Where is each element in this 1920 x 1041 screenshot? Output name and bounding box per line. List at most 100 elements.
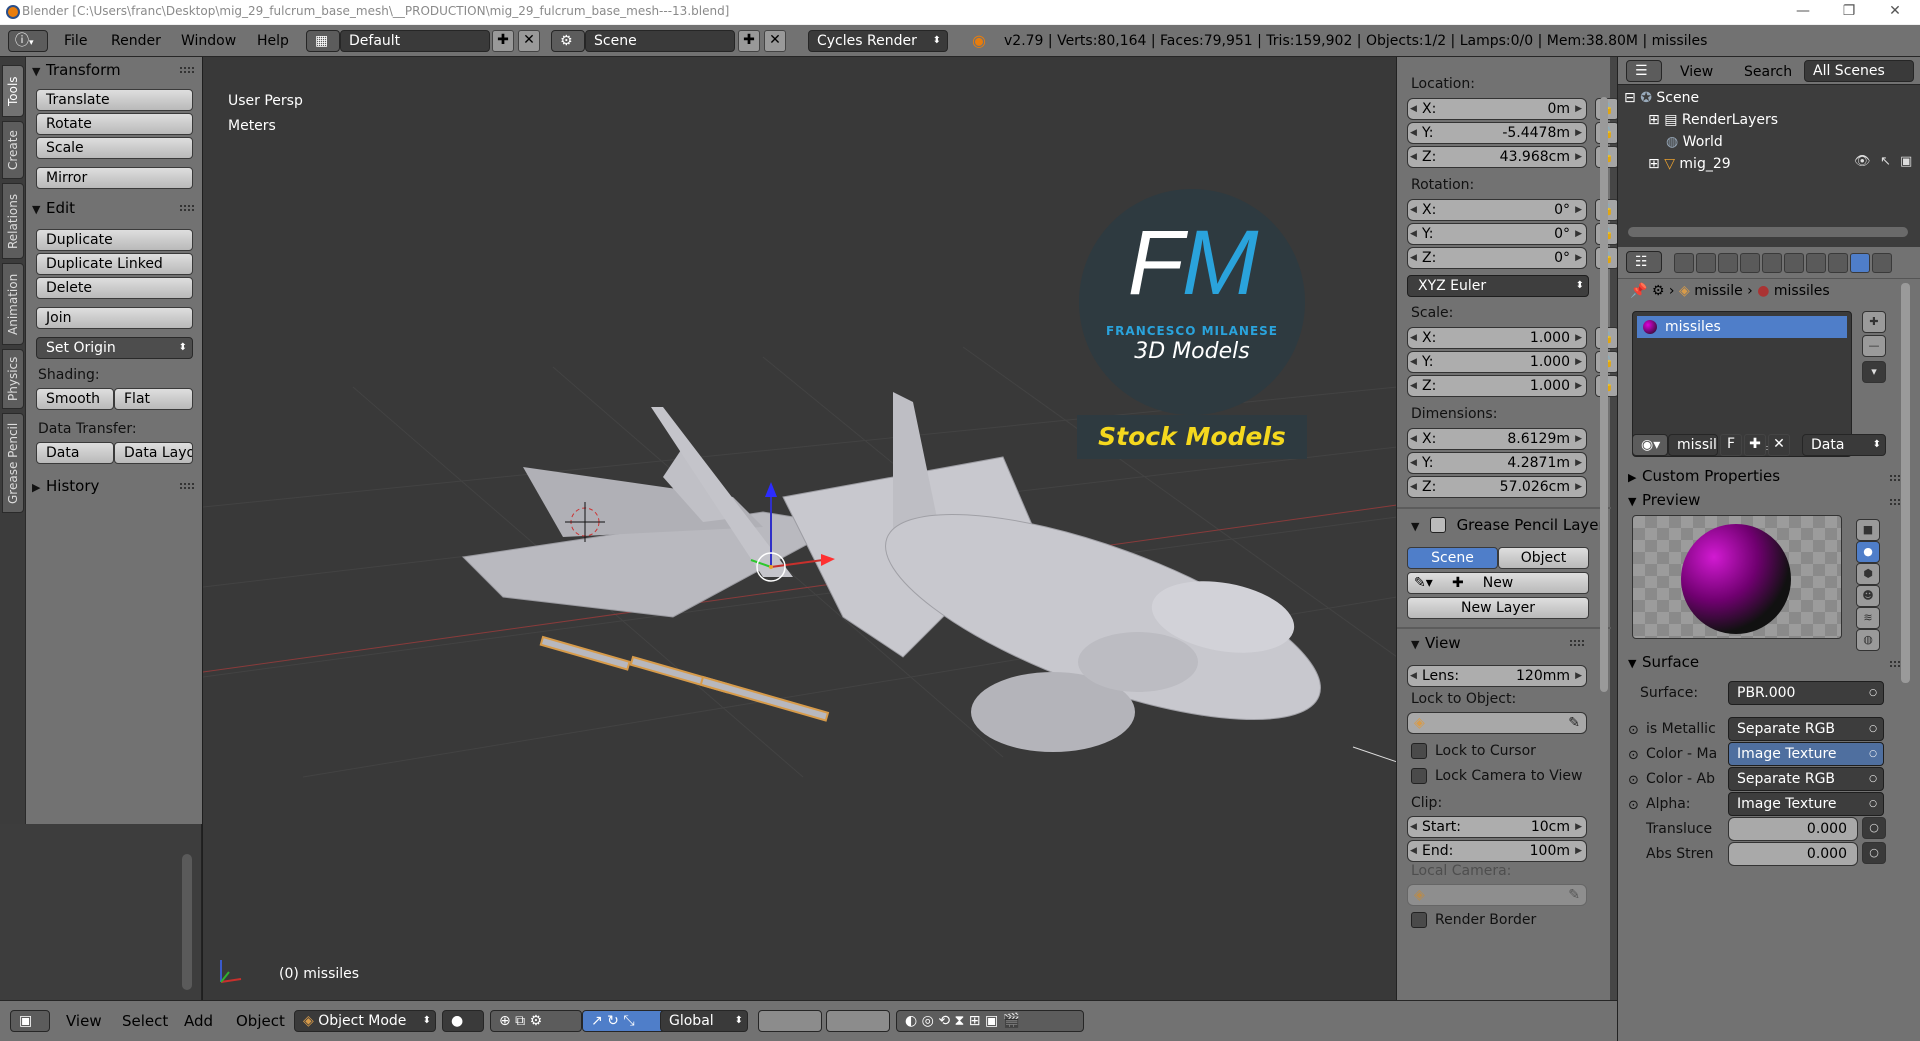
add-scene-button[interactable]: ✚	[738, 30, 760, 52]
location-y-field[interactable]: ◀ Y: -5.4478m ▶	[1407, 122, 1587, 144]
duplicate-button[interactable]: Duplicate	[36, 229, 193, 251]
tab-world[interactable]	[1740, 253, 1760, 273]
lock-camera-checkbox[interactable]	[1411, 768, 1427, 784]
data-transfer-button[interactable]: Data	[36, 442, 114, 464]
rotate-button[interactable]: Rotate	[36, 113, 193, 135]
scrollbar[interactable]	[182, 854, 192, 990]
data-layout-button[interactable]: Data Layo	[114, 442, 193, 464]
rotation-x-field[interactable]: ◀ X: 0° ▶	[1407, 199, 1587, 221]
scrollbar[interactable]	[1628, 227, 1908, 237]
preview-sky-button[interactable]: ◍	[1856, 629, 1880, 651]
scale-button[interactable]: Scale	[36, 137, 193, 159]
editor-type-button[interactable]: ⓘ▾	[8, 30, 48, 52]
unlink-material-button[interactable]: ✕	[1768, 434, 1790, 456]
link-socket-icon[interactable]: ⊙	[1628, 798, 1639, 813]
add-layout-button[interactable]: ✚	[492, 30, 514, 52]
local-camera-field[interactable]: ◈ ✎	[1407, 884, 1587, 906]
select-arrow-icon[interactable]: ↖	[1880, 154, 1891, 169]
menu-select[interactable]: Select	[122, 1012, 168, 1030]
input-color-ma-select[interactable]: Image Texture ○	[1728, 742, 1884, 766]
remove-layout-button[interactable]: ✕	[518, 30, 540, 52]
menu-add[interactable]: Add	[184, 1012, 213, 1030]
tab-physics[interactable]: Physics	[2, 349, 24, 409]
layers-grid-1[interactable]	[758, 1010, 822, 1032]
tab-render-layers[interactable]	[1696, 253, 1716, 273]
editor-type-button[interactable]: ▣	[10, 1010, 50, 1032]
rotation-y-field[interactable]: ◀ Y: 0° ▶	[1407, 223, 1587, 245]
pin-icon[interactable]: 📌	[1630, 283, 1647, 299]
outliner-item-renderlayers[interactable]: ⊞ ▤ RenderLayers	[1648, 109, 1778, 131]
scale-z-field[interactable]: ◀ Z: 1.000 ▶	[1407, 375, 1587, 397]
clip-start-field[interactable]: ◀ Start: 10cm ▶	[1407, 816, 1587, 838]
mode-select[interactable]: ◈ Object Mode ⬍	[294, 1010, 436, 1032]
preview-header[interactable]: ▼ Preview	[1628, 491, 1700, 509]
tab-create[interactable]: Create	[2, 121, 24, 179]
lock-cursor-checkbox[interactable]	[1411, 743, 1427, 759]
abs-strength-link-button[interactable]: ○	[1862, 842, 1886, 864]
tab-data[interactable]	[1828, 253, 1848, 273]
editor-type-button[interactable]: ☰	[1626, 60, 1662, 82]
translucency-link-button[interactable]: ○	[1862, 817, 1886, 839]
material-slot-item[interactable]: missiles	[1637, 316, 1847, 338]
lock-object-field[interactable]: ◈ ✎	[1407, 712, 1587, 734]
gp-new-layer-button[interactable]: New Layer	[1407, 597, 1589, 619]
material-link-select[interactable]: Data ⬍	[1802, 434, 1886, 456]
menu-view[interactable]: View	[66, 1012, 102, 1030]
dimensions-x-field[interactable]: ◀ X: 8.6129m ▶	[1407, 428, 1587, 450]
clip-end-field[interactable]: ◀ End: 100m ▶	[1407, 840, 1587, 862]
outliner-view-menu[interactable]: View	[1680, 62, 1713, 82]
render-camera-icon[interactable]: ▣	[1900, 154, 1912, 169]
menu-render[interactable]: Render	[111, 31, 161, 51]
tab-render[interactable]	[1674, 253, 1694, 273]
maximize-button[interactable]: ❐	[1826, 0, 1872, 24]
pivot-manipulator-group[interactable]: ⊕ ⧉ ⚙	[490, 1010, 582, 1032]
edit-panel-header[interactable]: ▼ Edit	[32, 197, 75, 219]
mirror-button[interactable]: Mirror	[36, 167, 193, 189]
outliner-item-mig29[interactable]: ⊞ ▽ mig_29	[1648, 153, 1731, 175]
drag-handle-icon[interactable]	[180, 67, 194, 73]
preview-hair-button[interactable]: ≋	[1856, 607, 1880, 629]
history-panel-header[interactable]: ▶ History	[32, 475, 99, 497]
preview-sphere-button[interactable]: ●	[1856, 541, 1880, 563]
link-socket-icon[interactable]: ⊙	[1628, 723, 1639, 738]
scrollbar[interactable]	[1600, 97, 1608, 692]
menu-window[interactable]: Window	[181, 31, 236, 51]
scrollbar[interactable]	[1901, 283, 1910, 683]
tab-texture[interactable]	[1872, 253, 1892, 273]
outliner-filter-select[interactable]: All Scenes	[1804, 60, 1914, 82]
snap-render-tools[interactable]: ◐ ◎ ⟲ ⧗ ⊞ ▣ 🎬	[896, 1010, 1084, 1032]
transform-panel-header[interactable]: ▼ Transform	[32, 59, 121, 81]
scene-icon[interactable]: ⚙	[551, 30, 585, 52]
preview-cube-button[interactable]: ⬢	[1856, 563, 1880, 585]
material-name-field[interactable]: missil	[1668, 434, 1718, 456]
gp-scene-button[interactable]: Scene	[1407, 547, 1498, 569]
layout-field[interactable]: Default	[340, 30, 490, 52]
editor-type-button[interactable]: ☷	[1626, 251, 1662, 273]
tab-tools[interactable]: Tools	[2, 65, 24, 117]
tab-constraints[interactable]	[1784, 253, 1804, 273]
duplicate-linked-button[interactable]: Duplicate Linked	[36, 253, 193, 275]
layers-grid-2[interactable]	[826, 1010, 890, 1032]
tab-modifiers[interactable]	[1806, 253, 1826, 273]
tab-scene[interactable]	[1718, 253, 1738, 273]
grease-pencil-checkbox[interactable]	[1429, 517, 1446, 533]
eyedropper-icon[interactable]: ✎	[1568, 713, 1580, 733]
delete-button[interactable]: Delete	[36, 277, 193, 299]
tab-grease-pencil[interactable]: Grease Pencil	[2, 413, 24, 513]
set-origin-select[interactable]: Set Origin ⬍	[36, 337, 193, 359]
tab-object[interactable]	[1762, 253, 1782, 273]
menu-object[interactable]: Object	[236, 1012, 285, 1030]
dimensions-z-field[interactable]: ◀ Z: 57.026cm ▶	[1407, 476, 1587, 498]
remove-slot-button[interactable]: —	[1862, 335, 1886, 357]
menu-help[interactable]: Help	[257, 31, 289, 51]
location-z-field[interactable]: ◀ Z: 43.968cm ▶	[1407, 146, 1587, 168]
manipulator-toggles[interactable]: ↗ ↻ ⤡	[582, 1010, 666, 1032]
preview-monkey-button[interactable]: ☻	[1856, 585, 1880, 607]
outliner-search-menu[interactable]: Search	[1744, 62, 1792, 82]
gp-new-button[interactable]: ✎▾ ✚ New	[1407, 572, 1589, 594]
scene-field[interactable]: Scene	[585, 30, 735, 52]
surface-header[interactable]: ▼ Surface	[1628, 653, 1699, 671]
input-color-ab-select[interactable]: Separate RGB ○	[1728, 767, 1884, 791]
surface-node-select[interactable]: PBR.000 ○	[1728, 681, 1884, 705]
custom-properties-header[interactable]: ▶ Custom Properties	[1628, 467, 1780, 485]
